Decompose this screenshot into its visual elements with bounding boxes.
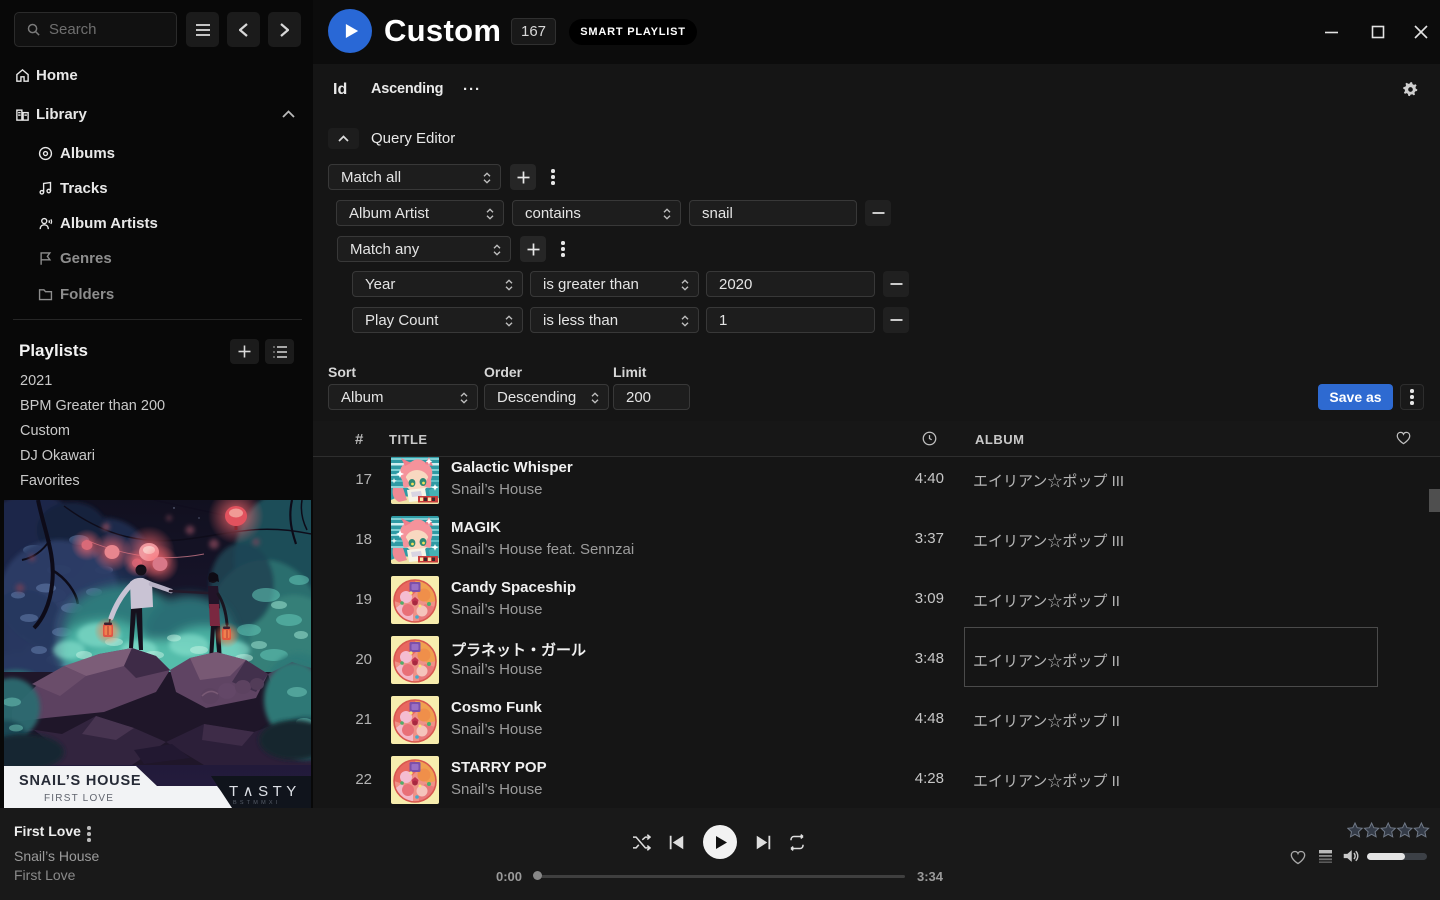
svg-text:T∧STY: T∧STY bbox=[229, 783, 301, 800]
svg-text:SNAIL’S HOUSE: SNAIL’S HOUSE bbox=[19, 773, 141, 789]
svg-text:FIRST LOVE: FIRST LOVE bbox=[44, 793, 114, 804]
svg-text:BSTMMXI: BSTMMXI bbox=[233, 800, 280, 806]
